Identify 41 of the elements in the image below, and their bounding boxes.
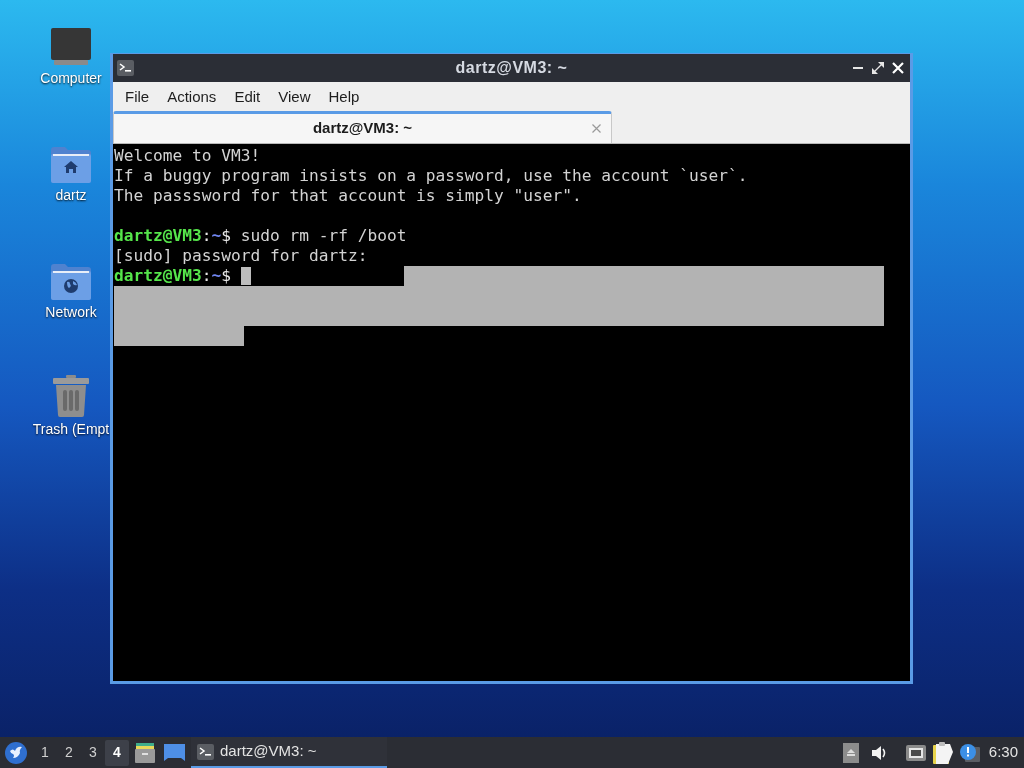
workspace-button[interactable]: 2 bbox=[57, 739, 81, 766]
file-cabinet-icon[interactable] bbox=[135, 742, 155, 763]
terminal-screen[interactable] bbox=[113, 144, 910, 681]
clock[interactable]: 6:30 bbox=[988, 741, 1018, 764]
terminal-output-line: If a buggy program insists on a password, use the account `user`. bbox=[114, 166, 748, 186]
menu-item[interactable]: File bbox=[116, 84, 159, 109]
workspace-button[interactable]: 3 bbox=[81, 739, 105, 766]
menu-item[interactable]: Actions bbox=[158, 84, 226, 109]
terminal-app-icon bbox=[117, 60, 134, 76]
home-folder-icon bbox=[51, 147, 91, 183]
taskbar-window-button[interactable]: dartz@VM3: ~ bbox=[191, 737, 387, 768]
terminal-output-line: [sudo] password for dartz: bbox=[114, 246, 368, 266]
menu-item[interactable]: Help bbox=[319, 84, 369, 109]
shell-prompt-line: dartz@VM3:~$ sudo rm -rf /boot bbox=[114, 226, 407, 246]
show-desktop-icon[interactable] bbox=[164, 744, 185, 761]
workspace-button[interactable]: 1 bbox=[33, 739, 57, 766]
close-tab-icon[interactable] bbox=[592, 124, 601, 133]
tab-title: dartz@VM3: ~ bbox=[312, 118, 413, 139]
menu-item[interactable]: Edit bbox=[225, 84, 270, 109]
volume-icon[interactable] bbox=[870, 744, 887, 761]
terminal-output-line: The passsword for that account is simply "user". bbox=[114, 186, 582, 206]
notification-icon[interactable] bbox=[959, 743, 980, 762]
window-title: dartz@VM3: ~ bbox=[455, 58, 568, 78]
wired-network-icon[interactable] bbox=[905, 744, 926, 761]
desktop-icon-label[interactable]: Network bbox=[45, 302, 97, 322]
start-menu-icon[interactable] bbox=[5, 741, 27, 764]
trash-icon bbox=[53, 375, 89, 417]
terminal-app-icon bbox=[197, 743, 214, 760]
clipboard-icon[interactable] bbox=[932, 741, 953, 764]
close-icon[interactable] bbox=[892, 62, 904, 74]
restore-icon[interactable] bbox=[872, 62, 884, 74]
menu-item[interactable]: View bbox=[269, 84, 320, 109]
shell-prompt-line: dartz@VM3:~$ bbox=[114, 266, 232, 286]
workspace-button[interactable]: 4 bbox=[105, 739, 129, 766]
computer-icon bbox=[51, 28, 91, 66]
terminal-output-line: Welcome to VM3! bbox=[114, 146, 261, 166]
network-folder-icon bbox=[51, 264, 91, 300]
terminal-tab[interactable]: dartz@VM3: ~ bbox=[113, 111, 612, 143]
desktop-icon-label[interactable]: Trash (Empt bbox=[32, 419, 110, 439]
desktop-icon-label[interactable]: dartz bbox=[55, 185, 87, 205]
eject-icon[interactable] bbox=[842, 742, 859, 763]
